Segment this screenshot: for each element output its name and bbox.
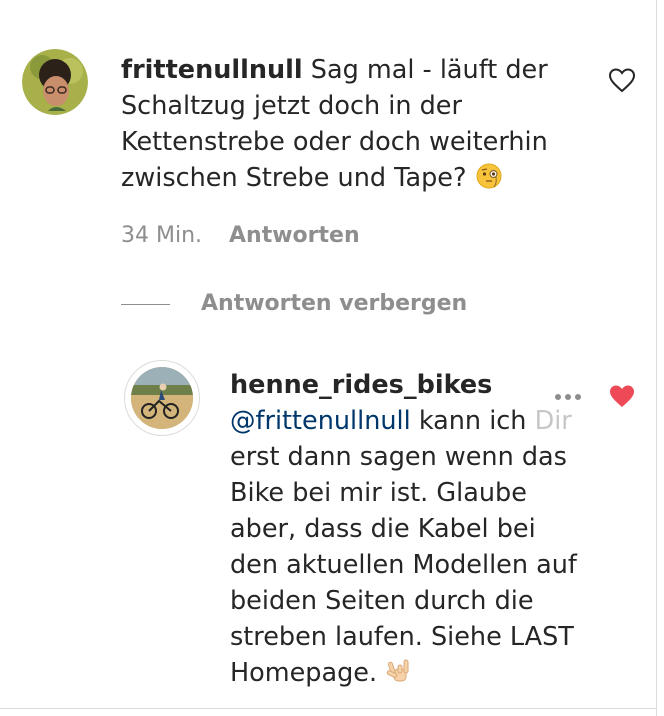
love-you-gesture-icon xyxy=(385,657,413,685)
panel-border-bottom xyxy=(0,708,657,709)
face-with-monocle-icon xyxy=(475,162,503,190)
panel-border-right xyxy=(656,0,657,716)
avatar[interactable] xyxy=(131,367,193,429)
reply-button[interactable]: Antworten xyxy=(229,223,360,248)
reply-text-faded: Dir xyxy=(534,406,572,436)
divider-line xyxy=(121,304,170,305)
heart-outline-icon[interactable] xyxy=(608,67,636,93)
hide-replies-button[interactable]: Antworten verbergen xyxy=(201,290,467,318)
reply-text-rest: erst dann sagen wenn das Bike bei mir is… xyxy=(230,442,577,688)
avatar[interactable] xyxy=(22,49,88,115)
more-options-icon[interactable] xyxy=(555,385,587,400)
heart-filled-icon[interactable] xyxy=(608,383,636,409)
reply-text-main: kann ich xyxy=(418,406,527,436)
comment-meta: 34 Min. Antworten xyxy=(121,222,360,250)
comment-body: frittenullnull Sag mal - läuft der Schal… xyxy=(121,52,581,196)
reply-username[interactable]: henne_rides_bikes xyxy=(230,367,492,403)
reply-body: @frittenullnull kann ich Dir erst dann s… xyxy=(230,403,590,691)
comment-username[interactable]: frittenullnull xyxy=(121,55,303,85)
mention-link[interactable]: @frittenullnull xyxy=(230,406,411,436)
comment-timestamp: 34 Min. xyxy=(121,223,203,248)
